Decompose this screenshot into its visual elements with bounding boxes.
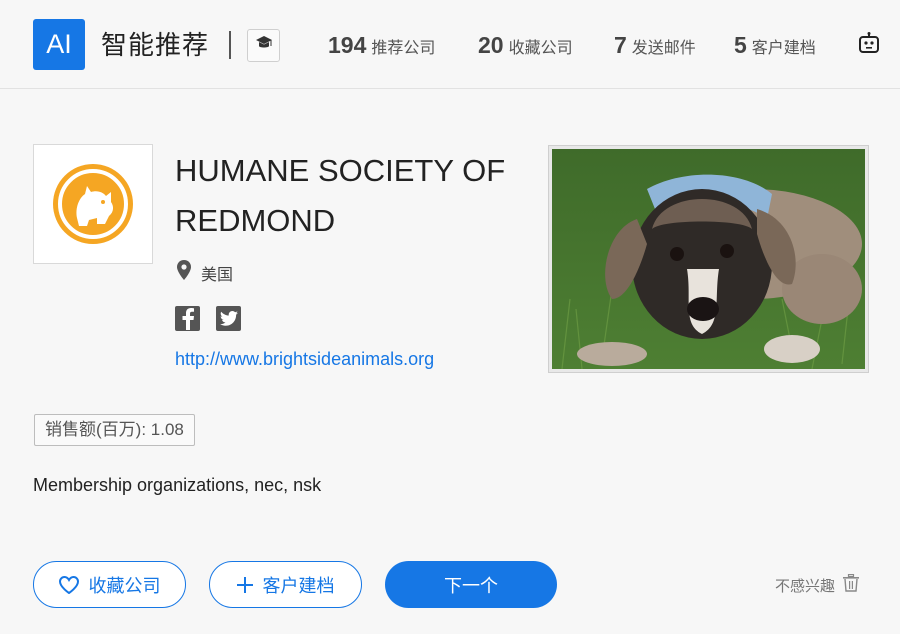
- robot-assistant-button[interactable]: [857, 31, 881, 55]
- stat-label: 发送邮件: [631, 40, 696, 57]
- trash-icon: [835, 573, 860, 599]
- puppy-photo-image: [552, 149, 865, 369]
- twitter-icon[interactable]: [216, 306, 241, 331]
- sales-badge: 销售额(百万): 1.08: [34, 414, 195, 446]
- stat-label: 收藏公司: [508, 40, 573, 57]
- stat-customer-files[interactable]: 5 客户建档: [734, 30, 816, 64]
- social-links: [175, 306, 257, 331]
- page-title: 智能推荐: [101, 30, 210, 60]
- company-location: 美国: [177, 260, 233, 285]
- stat-favorites[interactable]: 20 收藏公司: [478, 30, 573, 64]
- favorite-label: 收藏公司: [88, 575, 161, 596]
- graduation-cap-icon: [255, 35, 273, 56]
- not-interested-button[interactable]: 不感兴趣: [775, 573, 860, 599]
- company-photo: [548, 145, 869, 373]
- stat-number: 5: [734, 32, 747, 58]
- add-customer-label: 客户建档: [262, 575, 335, 596]
- add-customer-button[interactable]: 客户建档: [209, 561, 362, 608]
- company-logo: [33, 144, 153, 264]
- next-button[interactable]: 下一个: [385, 561, 557, 608]
- animal-logo-icon: [53, 164, 133, 244]
- stat-number: 194: [328, 32, 367, 58]
- industry-description: Membership organizations, nec, nsk: [33, 475, 322, 495]
- plus-icon: [236, 576, 253, 593]
- facebook-icon[interactable]: [175, 306, 200, 331]
- next-label: 下一个: [444, 575, 498, 596]
- stat-label: 推荐公司: [371, 40, 436, 57]
- stat-emails-sent[interactable]: 7 发送邮件: [614, 30, 696, 64]
- stat-number: 7: [614, 32, 627, 58]
- company-name: HUMANE SOCIETY OF REDMOND: [175, 153, 506, 238]
- ai-logo: AI: [33, 19, 85, 70]
- location-text: 美国: [201, 266, 234, 284]
- favorite-company-button[interactable]: 收藏公司: [33, 561, 186, 608]
- company-website-link[interactable]: http://www.brightsideanimals.org: [175, 347, 434, 371]
- stat-label: 客户建档: [751, 40, 816, 57]
- tutorial-button[interactable]: [247, 29, 280, 62]
- stat-number: 20: [478, 32, 504, 58]
- title-divider: [229, 31, 231, 59]
- stat-recommended[interactable]: 194 推荐公司: [328, 30, 435, 64]
- location-pin-icon: [177, 260, 201, 285]
- not-interested-label: 不感兴趣: [775, 577, 836, 595]
- robot-icon: [857, 32, 881, 59]
- heart-icon: [58, 575, 79, 594]
- top-bar: AI 智能推荐 194 推荐公司 20 收藏公司 7 发送邮件 5 客户建档: [0, 0, 900, 89]
